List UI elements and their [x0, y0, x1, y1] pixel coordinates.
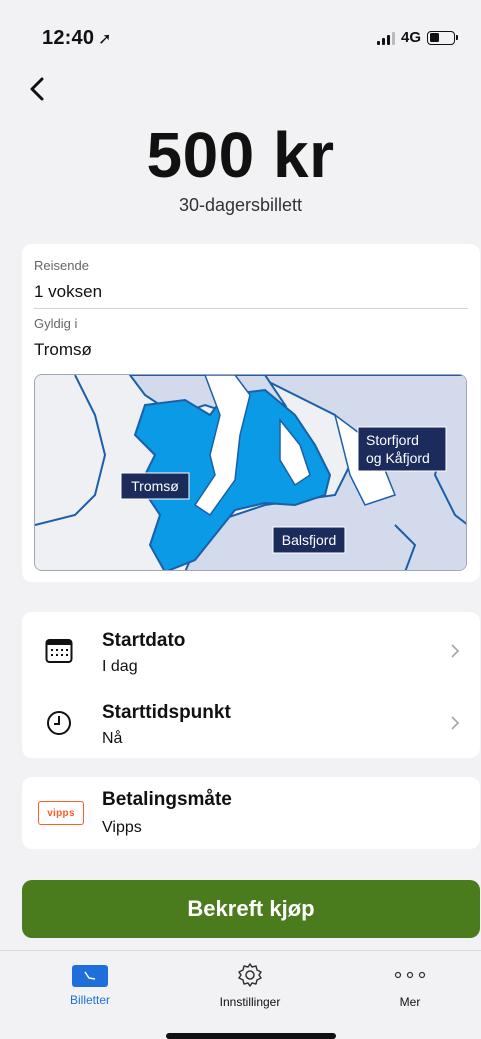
chevron-left-icon — [30, 77, 44, 101]
tickets-icon — [72, 965, 108, 987]
map-label-balsfjord: Balsfjord — [272, 526, 346, 554]
start-date-row[interactable]: Startdato I dag — [22, 616, 480, 686]
payment-title: Betalingsmåte — [102, 789, 232, 810]
status-time: 12:40 ➚ — [42, 27, 112, 50]
start-date-value: I dag — [102, 658, 138, 675]
signal-icon — [376, 31, 395, 45]
location-arrow-icon: ➚ — [98, 31, 112, 48]
tab-tickets-label: Billetter — [69, 993, 110, 1007]
valid-zone-label: Gyldig i — [34, 316, 78, 331]
start-date-title: Startdato — [102, 630, 186, 651]
status-indicators: 4G — [376, 29, 458, 46]
svg-text:Tromsø: Tromsø — [131, 478, 179, 494]
tab-more[interactable]: Mer — [350, 961, 470, 1009]
zone-map: Tromsø Storfjord og Kåfjord Balsfjord — [34, 374, 467, 571]
start-time-row[interactable]: Starttidspunkt Nå — [22, 688, 480, 758]
tab-settings[interactable]: Innstillinger — [190, 961, 310, 1009]
svg-text:Storfjord: Storfjord — [366, 432, 419, 448]
tab-tickets[interactable]: Billetter — [30, 961, 150, 1007]
divider — [34, 308, 468, 309]
map-label-tromso: Tromsø — [120, 472, 190, 500]
valid-zone-value: Tromsø — [34, 340, 92, 359]
tab-bar: Billetter Innstillinger Mer — [0, 950, 481, 1039]
vipps-logo: vipps — [38, 801, 84, 825]
ticket-price: 500 kr — [146, 119, 335, 191]
start-options-card: Startdato I dag Starttidspunkt Nå — [22, 612, 480, 758]
clock-text: 12:40 — [42, 27, 95, 49]
confirm-purchase-button[interactable]: Bekreft kjøp — [22, 880, 480, 938]
tab-more-label: Mer — [399, 995, 421, 1009]
back-button[interactable] — [22, 74, 52, 104]
svg-text:Balsfjord: Balsfjord — [282, 532, 336, 548]
traveller-value: 1 voksen — [34, 282, 103, 301]
ticket-details-card: Reisende 1 voksen Gyldig i Tromsø Tromsø — [22, 244, 480, 582]
payment-method-card[interactable]: vipps Betalingsmåte Vipps — [22, 777, 480, 849]
payment-value: Vipps — [102, 819, 142, 836]
traveller-label: Reisende — [34, 258, 89, 273]
chevron-right-icon — [451, 644, 460, 658]
battery-icon — [427, 30, 458, 45]
gear-icon — [238, 963, 262, 987]
more-dots-icon — [394, 971, 426, 979]
status-bar: 12:40 ➚ 4G — [0, 0, 481, 70]
home-indicator — [166, 1033, 336, 1039]
ticket-name: 30-dagersbillett — [178, 195, 303, 215]
start-time-value: Nå — [102, 730, 123, 747]
network-type: 4G — [400, 29, 421, 46]
map-label-storfjord: Storfjord og Kåfjord — [357, 426, 447, 472]
calendar-icon — [44, 636, 74, 666]
clock-icon — [44, 708, 74, 738]
tab-settings-label: Innstillinger — [219, 995, 281, 1009]
chevron-right-icon — [451, 716, 460, 730]
start-time-title: Starttidspunkt — [102, 702, 231, 723]
svg-text:og Kåfjord: og Kåfjord — [366, 450, 430, 466]
